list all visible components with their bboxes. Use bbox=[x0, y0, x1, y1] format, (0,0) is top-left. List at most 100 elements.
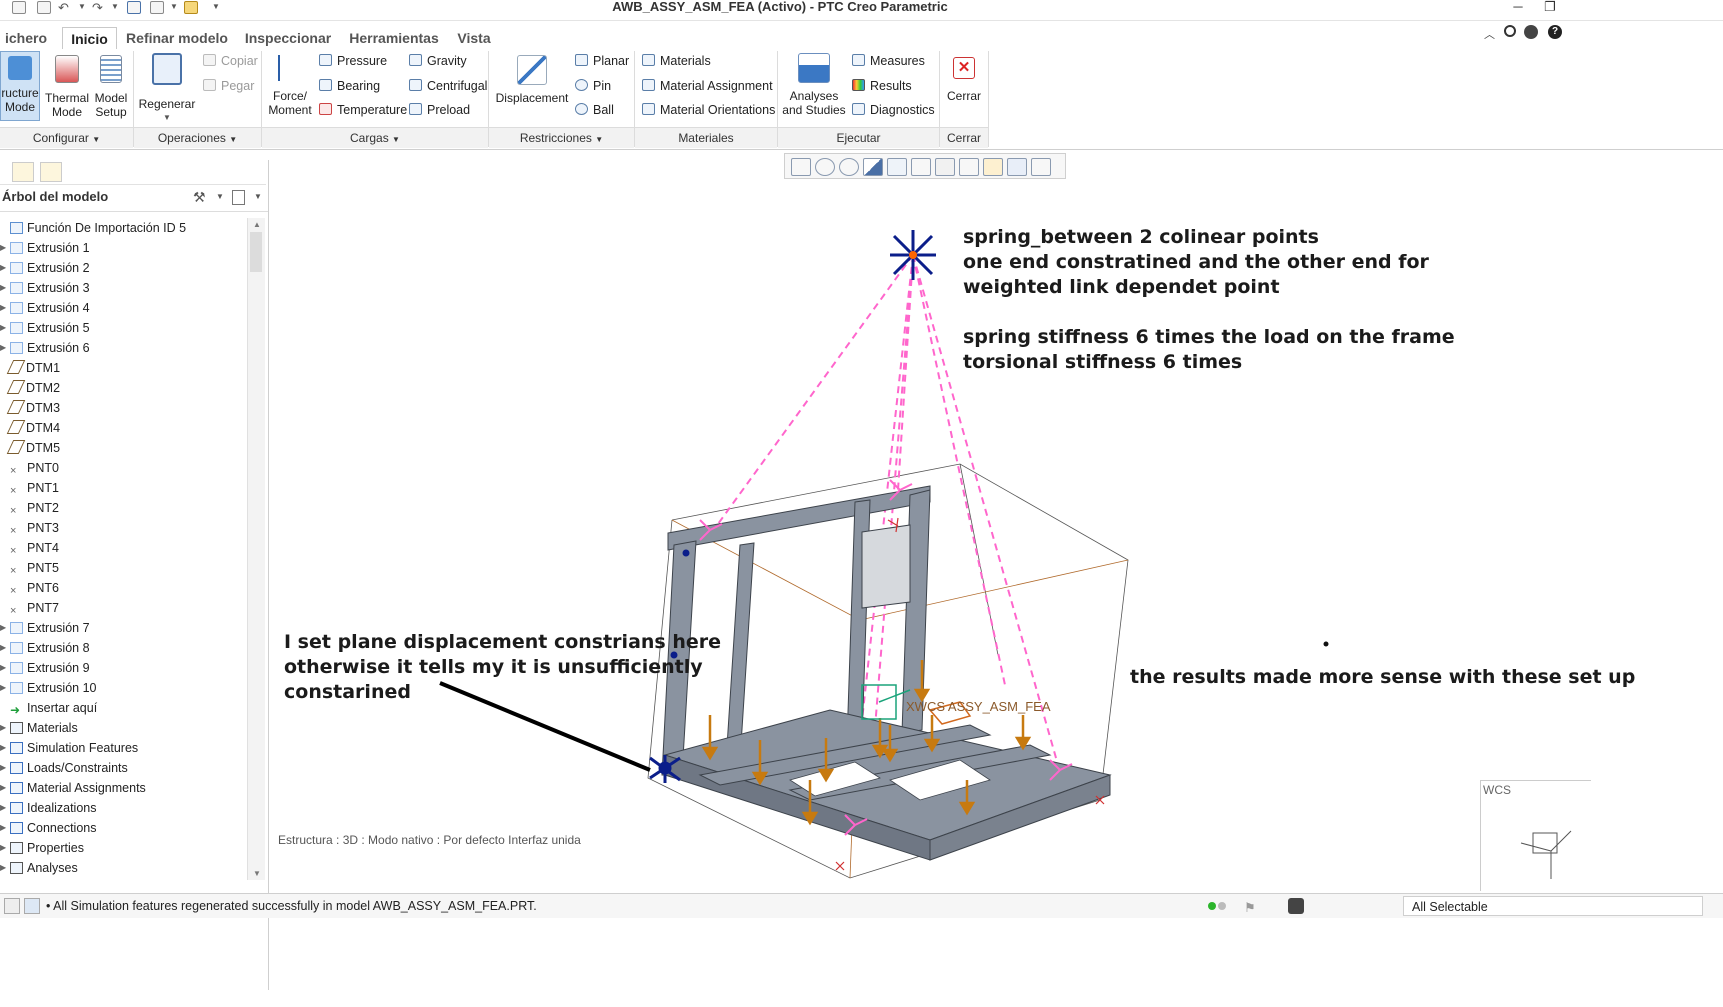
expand-arrow-icon[interactable]: ▶ bbox=[0, 838, 6, 858]
regenerar-button[interactable]: Regenerar ▼ bbox=[136, 53, 198, 125]
expand-arrow-icon[interactable]: ▶ bbox=[0, 798, 6, 818]
repaint-icon[interactable] bbox=[863, 158, 883, 176]
structure-mode-button[interactable]: ructure Mode bbox=[0, 51, 40, 121]
force-moment-button[interactable]: Force/ Moment bbox=[264, 55, 316, 117]
graphics-viewport[interactable]: XWCS ASSY_ASM_FEA spring_between 2 colin… bbox=[270, 150, 1723, 990]
expand-arrow-icon[interactable]: ▶ bbox=[0, 298, 6, 318]
refit-icon[interactable] bbox=[791, 158, 811, 176]
tree-item[interactable]: ▶ Extrusión 4 bbox=[0, 298, 90, 318]
tab-inicio[interactable]: Inicio bbox=[62, 27, 117, 50]
tree-item[interactable]: × PNT1 bbox=[10, 478, 59, 498]
expand-arrow-icon[interactable]: ▶ bbox=[0, 618, 6, 638]
tab-vista[interactable]: Vista bbox=[449, 27, 499, 49]
collapse-ribbon-icon[interactable]: ︿ bbox=[1484, 26, 1495, 42]
tree-scrollbar[interactable]: ▲ ▼ bbox=[247, 218, 265, 880]
tree-item[interactable]: ▶ Properties bbox=[0, 838, 84, 858]
tree-item[interactable]: ▶ Extrusión 9 bbox=[0, 658, 90, 678]
tab-file[interactable]: ichero ▼ bbox=[0, 27, 52, 67]
browser-toggle-icon[interactable] bbox=[24, 898, 40, 914]
annotation-display-icon[interactable] bbox=[1031, 158, 1051, 176]
diagnostics-button[interactable]: Diagnostics bbox=[852, 102, 935, 118]
windows-icon[interactable] bbox=[150, 1, 164, 14]
minimize-button[interactable]: ─ bbox=[1508, 0, 1528, 16]
tab-herramientas[interactable]: Herramientas bbox=[341, 27, 447, 49]
gravity-button[interactable]: Gravity bbox=[409, 53, 467, 69]
tree-item[interactable]: DTM3 bbox=[6, 398, 60, 418]
group-cargas[interactable]: Cargas ▼ bbox=[262, 127, 488, 148]
folder-icon[interactable] bbox=[184, 1, 198, 14]
tree-item[interactable]: DTM2 bbox=[6, 378, 60, 398]
perspective-icon[interactable] bbox=[959, 158, 979, 176]
tree-item[interactable]: × PNT0 bbox=[10, 458, 59, 478]
group-restricciones[interactable]: Restricciones ▼ bbox=[489, 127, 634, 148]
redo-dropdown-icon[interactable]: ▼ bbox=[111, 2, 119, 11]
bearing-button[interactable]: Bearing bbox=[319, 78, 380, 94]
pressure-button[interactable]: Pressure bbox=[319, 53, 387, 69]
expand-arrow-icon[interactable]: ▶ bbox=[0, 658, 6, 678]
tree-item[interactable]: ▶ Loads/Constraints bbox=[0, 758, 128, 778]
tree-item[interactable]: ▶ Extrusión 8 bbox=[0, 638, 90, 658]
tree-settings-icon[interactable]: ⚒ bbox=[193, 189, 206, 206]
tree-item[interactable]: ▶ Simulation Features bbox=[0, 738, 138, 758]
tree-item[interactable]: ▶ Extrusión 2 bbox=[0, 258, 90, 278]
tree-item[interactable]: ▶ Extrusión 5 bbox=[0, 318, 90, 338]
expand-arrow-icon[interactable]: ▶ bbox=[0, 778, 6, 798]
tree-item[interactable]: × PNT3 bbox=[10, 518, 59, 538]
tree-columns-dropdown-icon[interactable]: ▼ bbox=[254, 192, 262, 201]
tree-item[interactable]: Función De Importación ID 5 bbox=[10, 218, 186, 238]
materials-button[interactable]: Materials bbox=[642, 53, 711, 69]
tree-item[interactable]: ▶ Analyses bbox=[0, 858, 78, 878]
tab-refinar-modelo[interactable]: Refinar modelo bbox=[118, 27, 236, 49]
expand-arrow-icon[interactable]: ▶ bbox=[0, 818, 6, 838]
group-operaciones[interactable]: Operaciones ▼ bbox=[134, 127, 261, 148]
tree-item[interactable]: × PNT2 bbox=[10, 498, 59, 518]
tree-item[interactable]: ▶ Extrusión 6 bbox=[0, 338, 90, 358]
displacement-button[interactable]: Displacement bbox=[494, 55, 570, 105]
tab-inspeccionar[interactable]: Inspeccionar bbox=[238, 27, 338, 49]
tree-item[interactable]: × PNT4 bbox=[10, 538, 59, 558]
measures-button[interactable]: Measures bbox=[852, 53, 925, 69]
expand-arrow-icon[interactable]: ▶ bbox=[0, 238, 6, 258]
tree-item[interactable]: × PNT6 bbox=[10, 578, 59, 598]
pin-button[interactable]: Pin bbox=[575, 78, 611, 94]
group-configurar[interactable]: Configurar ▼ bbox=[0, 127, 133, 148]
tree-item[interactable]: ▶ Material Assignments bbox=[0, 778, 146, 798]
undo-dropdown-icon[interactable]: ▼ bbox=[78, 2, 86, 11]
redo-icon[interactable]: ↷ bbox=[92, 0, 103, 16]
expand-arrow-icon[interactable]: ▶ bbox=[0, 258, 6, 278]
pegar-button[interactable]: Pegar bbox=[203, 78, 254, 94]
tree-item[interactable]: × PNT5 bbox=[10, 558, 59, 578]
results-button[interactable]: Results bbox=[852, 78, 912, 94]
copiar-button[interactable]: Copiar bbox=[203, 53, 258, 69]
temperature-button[interactable]: Temperature bbox=[319, 102, 407, 118]
tree-item[interactable]: DTM5 bbox=[6, 438, 60, 458]
flag-icon[interactable]: ⚑ bbox=[1244, 896, 1256, 920]
tree-item[interactable]: × PNT7 bbox=[10, 598, 59, 618]
open-icon[interactable] bbox=[12, 1, 26, 14]
tree-columns-icon[interactable] bbox=[232, 190, 245, 205]
expand-arrow-icon[interactable]: ▶ bbox=[0, 278, 6, 298]
ball-button[interactable]: Ball bbox=[575, 102, 614, 118]
planar-button[interactable]: Planar bbox=[575, 53, 629, 69]
preload-button[interactable]: Preload bbox=[409, 102, 470, 118]
tree-item[interactable]: ▶ Extrusión 10 bbox=[0, 678, 96, 698]
tree-item[interactable]: DTM1 bbox=[6, 358, 60, 378]
material-assignment-button[interactable]: Material Assignment bbox=[642, 78, 773, 94]
expand-arrow-icon[interactable]: ▶ bbox=[0, 338, 6, 358]
tree-settings-dropdown-icon[interactable]: ▼ bbox=[216, 192, 224, 201]
centrifugal-button[interactable]: Centrifugal bbox=[409, 78, 487, 94]
restore-button[interactable]: ❐ bbox=[1540, 0, 1560, 16]
expand-arrow-icon[interactable]: ▶ bbox=[0, 858, 6, 878]
simulation-display-icon[interactable] bbox=[1007, 158, 1027, 176]
search-icon[interactable] bbox=[1504, 25, 1516, 37]
find-icon[interactable] bbox=[1288, 898, 1304, 914]
windows-dropdown-icon[interactable]: ▼ bbox=[170, 2, 178, 11]
tree-item[interactable]: ▶ Connections bbox=[0, 818, 97, 838]
scroll-thumb[interactable] bbox=[250, 232, 262, 272]
saved-orientations-icon[interactable] bbox=[911, 158, 931, 176]
thermal-mode-button[interactable]: Thermal Mode bbox=[44, 55, 90, 119]
view-manager-icon[interactable] bbox=[935, 158, 955, 176]
selection-filter[interactable]: All Selectable bbox=[1403, 896, 1703, 916]
expand-arrow-icon[interactable]: ▶ bbox=[0, 718, 6, 738]
display-style-icon[interactable] bbox=[887, 158, 907, 176]
